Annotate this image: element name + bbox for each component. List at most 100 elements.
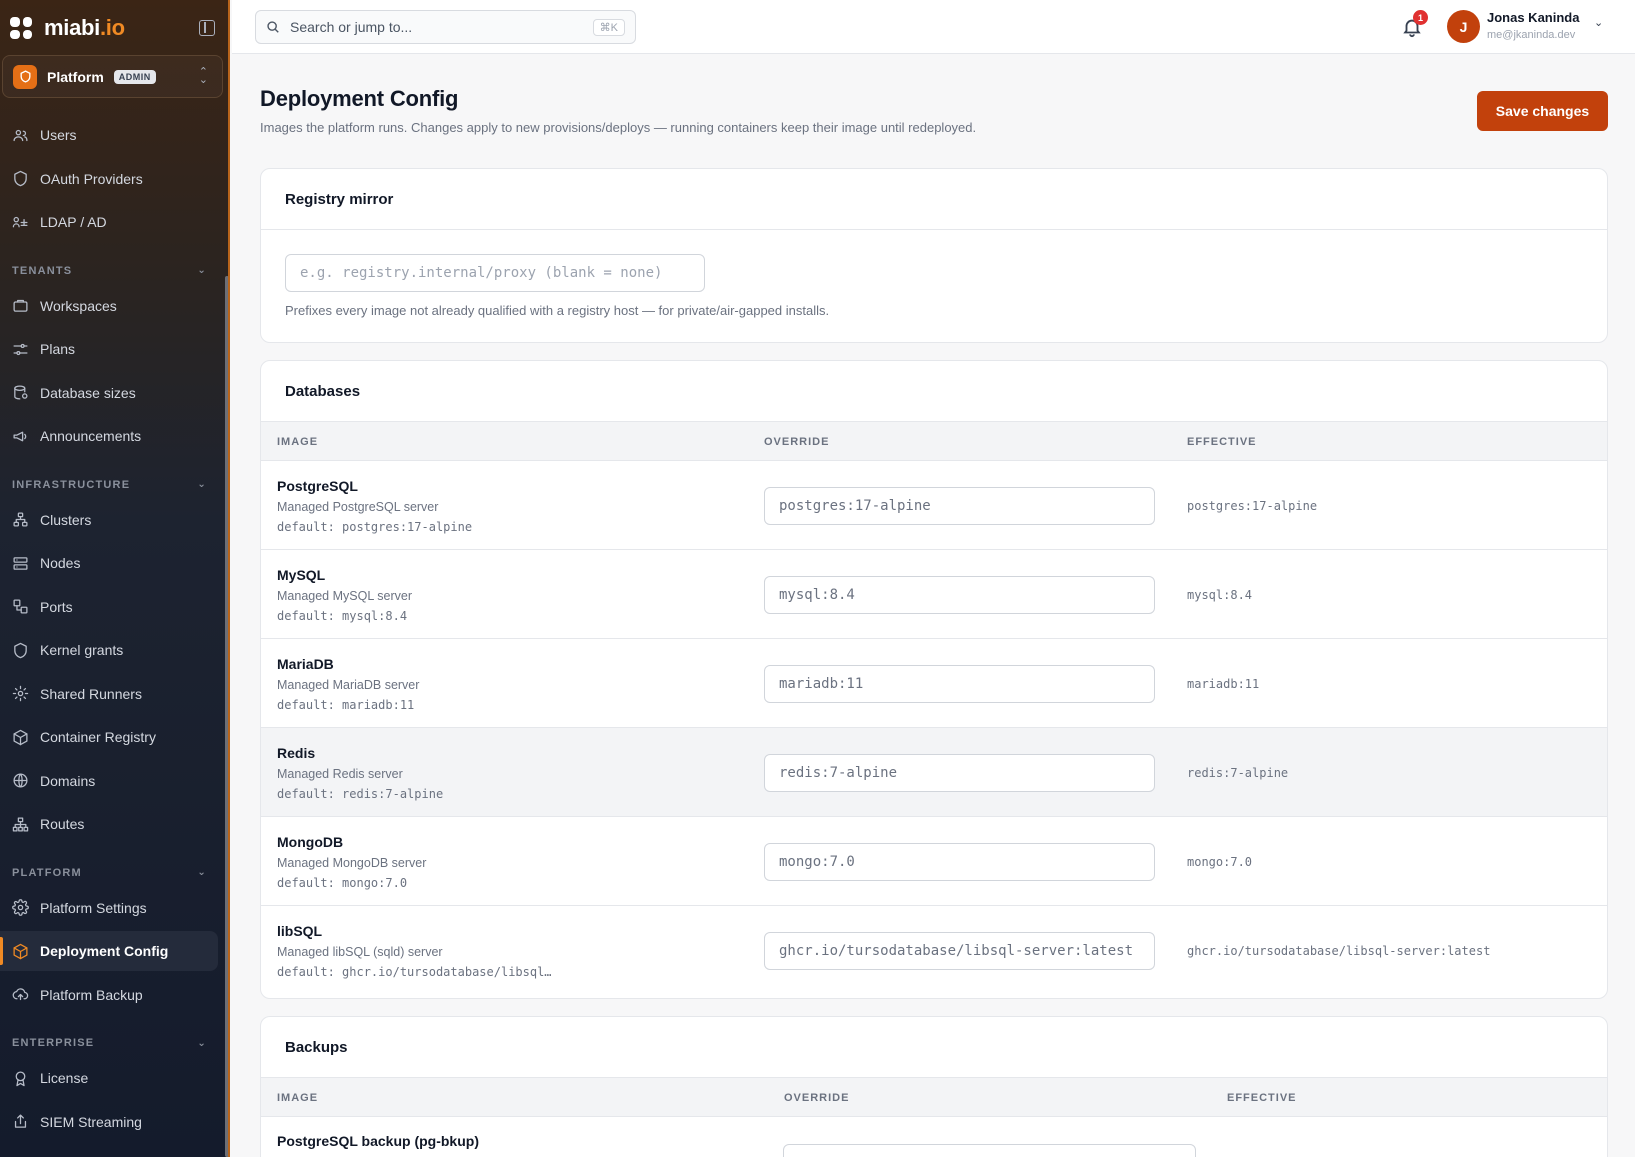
sidebar-item-users[interactable]: Users (0, 115, 218, 155)
sidebar-item-label: Platform Settings (40, 899, 147, 916)
image-description: Managed libSQL (sqld) server (277, 945, 443, 959)
section-label: ENTERPRISE (12, 1037, 95, 1049)
ldap-icon (12, 214, 29, 231)
award-icon (12, 1070, 29, 1087)
brand[interactable]: miabi.io (10, 14, 125, 42)
override-input[interactable] (764, 932, 1155, 970)
export-icon (12, 1113, 29, 1130)
role-badge: ADMIN (113, 69, 156, 84)
override-input[interactable] (764, 487, 1155, 525)
section-label: PLATFORM (12, 866, 82, 879)
chevron-down-icon[interactable]: ⌄ (197, 479, 207, 490)
registry-mirror-card: Registry mirror Prefixes every image not… (260, 168, 1608, 343)
sidebar-item-label: Users (40, 127, 77, 143)
user-name[interactable]: Jonas Kaninda (1487, 10, 1579, 25)
search-icon (267, 21, 279, 33)
table-row: MariaDB Managed MariaDB server default: ma… (261, 639, 1607, 728)
avatar[interactable]: J (1447, 10, 1480, 43)
sidebar-section-tenants[interactable]: TENANTS ⌄ (12, 265, 207, 277)
image-description: Managed MySQL server (277, 589, 413, 603)
sidebar-item-shared-runners[interactable]: Shared Runners (0, 674, 218, 714)
gear-icon (12, 899, 29, 916)
sidebar-item-label: Clusters (40, 511, 92, 528)
divider (261, 229, 1607, 230)
override-input[interactable] (764, 576, 1155, 614)
search-bar[interactable]: Search or jump to... ⌘K (255, 10, 636, 44)
sidebar-collapse-icon[interactable] (199, 20, 215, 36)
sidebar-section-enterprise[interactable]: ENTERPRISE ⌄ (12, 1037, 207, 1049)
sidebar-item-domains[interactable]: Domains (0, 761, 218, 801)
effective-image: ghcr.io/tursodatabase/libsql-server:late… (1187, 944, 1491, 958)
shield-icon (12, 642, 29, 659)
sidebar-item-clusters[interactable]: Clusters (0, 500, 218, 540)
override-input[interactable] (764, 754, 1155, 792)
image-name: MySQL (277, 567, 326, 583)
image-description: Managed PostgreSQL server (277, 500, 439, 514)
briefcase-icon (12, 297, 29, 314)
sidebar-item-label: License (40, 1070, 89, 1086)
sidebar-item-workspaces[interactable]: Workspaces (0, 286, 218, 326)
sidebar-item-label: SIEM Streaming (40, 1113, 142, 1130)
logo-icon (10, 17, 32, 39)
sidebar-section-infrastructure[interactable]: INFRASTRUCTURE ⌄ (12, 479, 207, 491)
image-name: libSQL (277, 923, 323, 939)
chevron-down-icon[interactable]: ⌄ (197, 867, 207, 878)
override-input[interactable] (764, 665, 1155, 703)
image-default: default: mongo:7.0 (277, 876, 408, 890)
sidebar-item-plans[interactable]: Plans (0, 329, 218, 369)
column-header-override: OVERRIDE (764, 436, 830, 448)
sidebar-item-label: Announcements (40, 428, 142, 444)
table-header: IMAGE OVERRIDE EFFECTIVE (261, 1077, 1607, 1117)
sidebar-item-label: Nodes (40, 555, 81, 571)
table-row: Redis Managed Redis server default: redis:… (261, 728, 1607, 817)
sidebar-item-database-sizes[interactable]: Database sizes (0, 373, 218, 413)
chevron-down-icon[interactable]: ⌄ (197, 1038, 207, 1049)
cluster-icon (12, 511, 29, 528)
chevron-up-down-icon: ⌃ ⌄ (198, 66, 208, 86)
sidebar-section-platform[interactable]: PLATFORM ⌄ (12, 867, 207, 879)
sidebar-item-routes[interactable]: Routes (0, 804, 218, 844)
card-title: Backups (285, 1039, 348, 1056)
backup-override-input[interactable] (783, 1144, 1196, 1157)
sidebar-item-label: Container Registry (40, 729, 156, 745)
search-shortcut: ⌘K (592, 18, 625, 36)
table-row: MySQL Managed MySQL server default: mysql:… (261, 550, 1607, 639)
image-default: default: ghcr.io/tursodatabase/libsql… (277, 965, 552, 979)
ports-icon (12, 598, 29, 615)
topbar: Search or jump to... ⌘K 1 J Jonas Kanind… (232, 0, 1635, 54)
server-icon (12, 555, 29, 572)
sidebar-item-label: Deployment Config (40, 943, 169, 959)
sidebar-item-announcements[interactable]: Announcements (0, 416, 218, 456)
workspace-switcher[interactable]: Platform ADMIN ⌃ ⌄ (2, 55, 223, 98)
sidebar: miabi.io Platform ADMIN ⌃ ⌄ Users OAuth Pr… (0, 0, 230, 1157)
sidebar-item-container-registry[interactable]: Container Registry (0, 717, 218, 757)
sidebar-item-license[interactable]: License (0, 1058, 218, 1098)
sidebar-item-deployment-config[interactable]: Deployment Config (0, 931, 218, 971)
sidebar-item-ports[interactable]: Ports (0, 587, 218, 627)
image-name: MongoDB (277, 834, 344, 850)
sidebar-item-kernel-grants[interactable]: Kernel grants (0, 630, 218, 670)
chevron-down-icon[interactable]: ⌄ (1594, 16, 1603, 29)
sidebar-item-platform-backup[interactable]: Platform Backup (0, 975, 218, 1015)
globe-icon (12, 772, 29, 789)
backups-card: Backups IMAGE OVERRIDE EFFECTIVE Postgre… (260, 1016, 1608, 1157)
sidebar-item-label: Database sizes (40, 384, 136, 401)
override-input[interactable] (764, 843, 1155, 881)
sidebar-item-oauth-providers[interactable]: OAuth Providers (0, 159, 218, 199)
sidebar-item-ldap-ad[interactable]: LDAP / AD (0, 202, 218, 242)
brand-name: miabi.io (44, 15, 125, 40)
chevron-down-icon[interactable]: ⌄ (197, 265, 207, 276)
section-label: TENANTS (12, 264, 73, 277)
effective-image: mysql:8.4 (1187, 588, 1253, 602)
sidebar-scrollbar[interactable] (225, 276, 228, 1157)
sidebar-item-platform-settings[interactable]: Platform Settings (0, 888, 218, 928)
sidebar-item-siem-streaming[interactable]: SIEM Streaming (0, 1102, 218, 1142)
column-header-effective: EFFECTIVE (1227, 1092, 1297, 1104)
megaphone-icon (12, 428, 29, 445)
save-changes-button[interactable]: Save changes (1477, 91, 1608, 131)
registry-mirror-input[interactable] (285, 254, 705, 292)
database-icon (12, 384, 29, 401)
sidebar-item-label: OAuth Providers (40, 170, 143, 187)
effective-image: postgres:17-alpine (1187, 499, 1318, 513)
sidebar-item-nodes[interactable]: Nodes (0, 543, 218, 583)
